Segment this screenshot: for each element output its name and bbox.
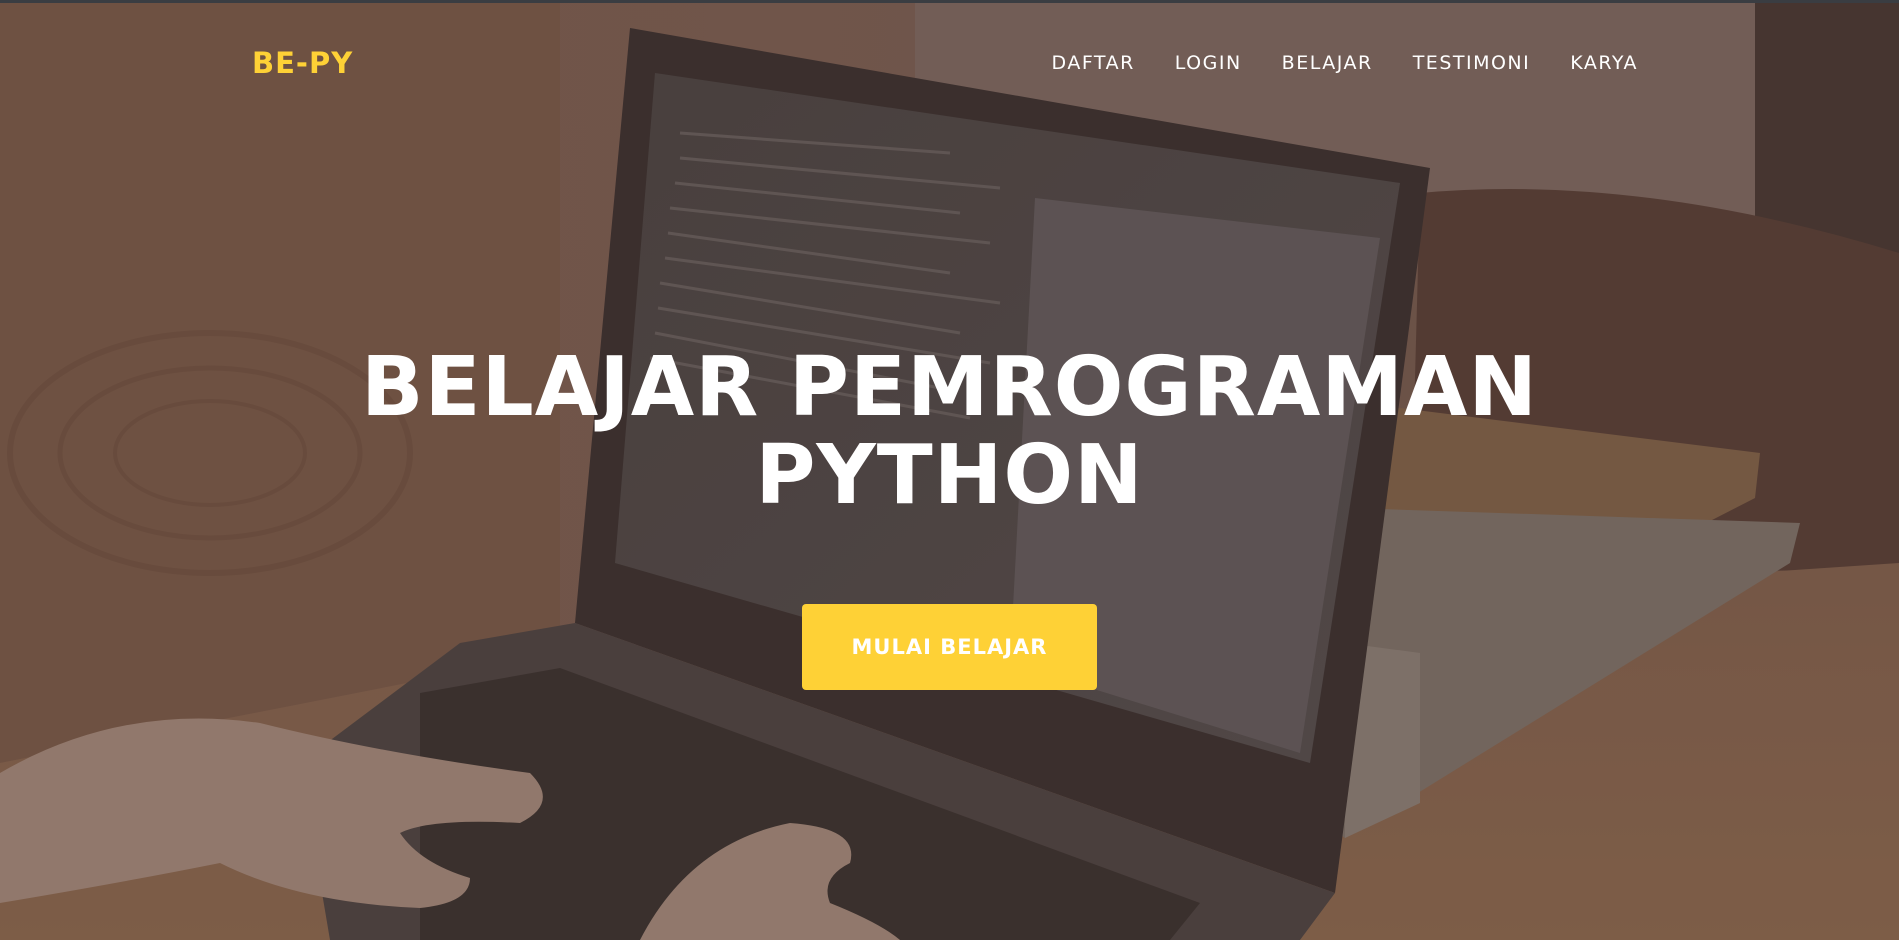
start-learning-button[interactable]: MULAI BELAJAR [802, 604, 1097, 690]
hero-section: BE-PY DAFTAR LOGIN BELAJAR TESTIMONI KAR… [0, 3, 1899, 940]
nav-link-karya[interactable]: KARYA [1570, 52, 1638, 74]
nav-link-belajar[interactable]: BELAJAR [1282, 52, 1373, 74]
brand-logo[interactable]: BE-PY [252, 46, 353, 80]
hero-heading-line2: PYTHON [755, 428, 1144, 523]
nav-link-testimoni[interactable]: TESTIMONI [1413, 52, 1531, 74]
hero-heading: BELAJAR PEMROGRAMAN PYTHON [0, 344, 1899, 520]
nav-link-login[interactable]: LOGIN [1175, 52, 1242, 74]
hero-heading-line1: BELAJAR PEMROGRAMAN [360, 340, 1539, 435]
nav-link-daftar[interactable]: DAFTAR [1052, 52, 1135, 74]
nav-menu: DAFTAR LOGIN BELAJAR TESTIMONI KARYA [1052, 52, 1638, 74]
navbar: BE-PY DAFTAR LOGIN BELAJAR TESTIMONI KAR… [0, 3, 1899, 123]
